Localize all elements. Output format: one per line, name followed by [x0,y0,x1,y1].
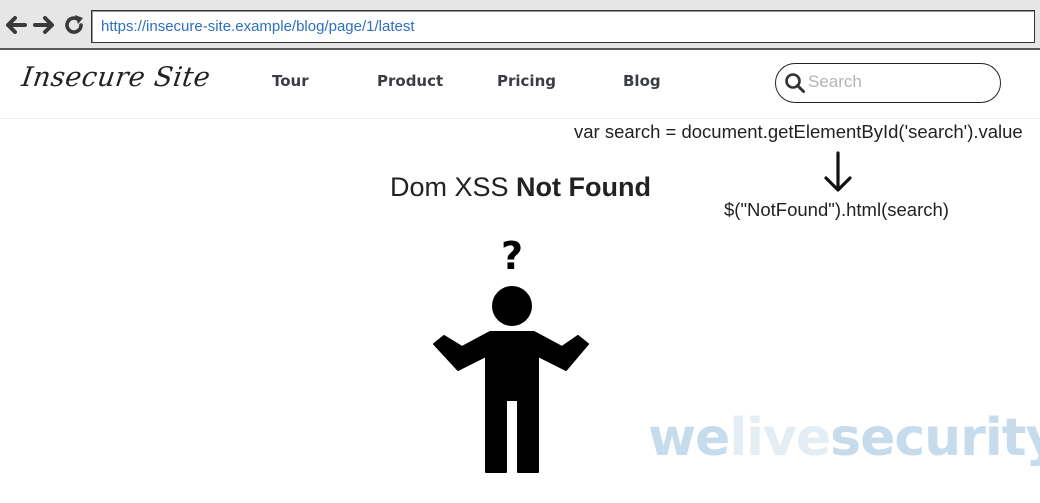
site-header: Insecure Site Tour Product Pricing Blog [0,50,1040,119]
watermark-security: security [830,408,1040,468]
forward-arrow-icon [33,16,54,34]
forward-button[interactable] [32,13,56,37]
welivesecurity-watermark: welivesecurity [648,408,1040,468]
nav-blog[interactable]: Blog [623,72,661,90]
nav-tour[interactable]: Tour [272,72,309,90]
search-box[interactable] [775,63,1001,103]
watermark-we: we [648,408,730,468]
search-input[interactable] [808,68,988,96]
search-icon [785,73,805,93]
back-arrow-icon [6,16,27,34]
confused-person-icon: ? [433,234,589,473]
watermark-live: live [729,408,831,468]
site-logo[interactable]: Insecure Site [20,62,213,93]
down-arrow-icon [824,151,852,192]
code-line-html-sink: $("NotFound").html(search) [724,199,949,220]
reload-icon [65,15,83,34]
nav-product[interactable]: Product [377,72,443,90]
question-mark: ? [501,234,523,278]
url-text: https://insecure-site.example/blog/page/… [101,18,415,35]
reload-button[interactable] [62,13,84,37]
page-heading: Dom XSS Not Found [390,172,651,203]
heading-bold: Not Found [516,172,651,202]
code-line-get-search: var search = document.getElementById('se… [574,121,1023,142]
nav-pricing[interactable]: Pricing [497,72,556,90]
browser-toolbar: https://insecure-site.example/blog/page/… [0,0,1040,50]
heading-normal: Dom XSS [390,172,517,202]
address-bar[interactable]: https://insecure-site.example/blog/page/… [91,10,1035,43]
back-button[interactable] [4,13,28,37]
